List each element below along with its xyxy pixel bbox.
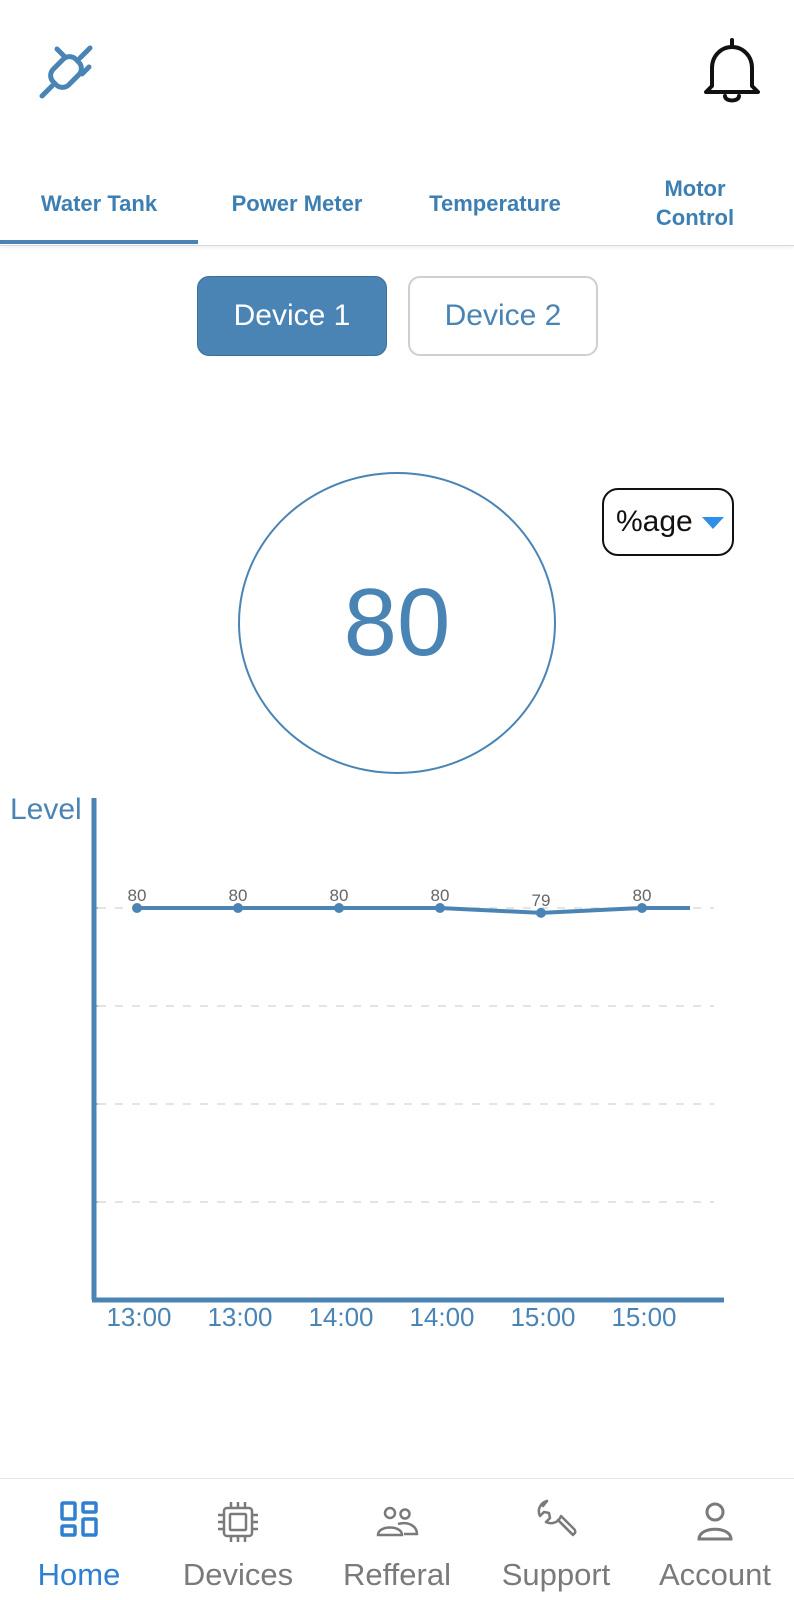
unit-select[interactable]: %age [602,488,734,556]
dropdown-arrow-icon [702,517,724,529]
level-chart: 80 80 80 80 79 80 13:00 13:00 14:00 14:00 15:00 15:… [91,798,724,1332]
chip-icon [218,1502,258,1542]
unit-select-value: %age [616,505,693,538]
nav-referral[interactable]: Refferal [318,1479,476,1600]
plug-icon [39,45,93,99]
chart-x-tick-label: 13:00 [207,1302,272,1332]
category-tabs: Water Tank Power Meter Temperature Motor… [0,160,794,246]
chart-data-label: 80 [128,886,147,905]
wrench-icon [537,1499,577,1537]
chart-data-label: 80 [229,886,248,905]
chart-data-label: 80 [431,886,450,905]
nav-referral-label: Refferal [343,1557,451,1592]
app-screen: Water Tank Power Meter Temperature Motor… [0,0,794,1600]
nav-account-label: Account [658,1557,771,1592]
nav-support-label: Support [501,1557,611,1592]
nav-support[interactable]: Support [477,1479,635,1600]
nav-devices[interactable]: Devices [159,1479,317,1600]
gauge-value: 80 [343,569,451,676]
tab-water-tank[interactable]: Water Tank [0,160,198,246]
bottom-navigation: Home Devices Refferal Support Account [0,1478,794,1600]
people-icon [376,1506,419,1537]
chart-x-tick-label: 14:00 [409,1302,474,1332]
device-1-button[interactable]: Device 1 [197,276,387,356]
device-2-button[interactable]: Device 2 [408,276,598,356]
tab-power-meter[interactable]: Power Meter [198,160,396,246]
user-icon [697,1502,733,1541]
nav-home[interactable]: Home [0,1479,158,1600]
chart-data-label: 79 [532,891,551,910]
chart-x-tick-label: 15:00 [611,1302,676,1332]
nav-account[interactable]: Account [636,1479,794,1600]
level-gauge: 80 [238,472,556,774]
chart-x-tick-label: 14:00 [308,1302,373,1332]
chart-x-tick-label: 15:00 [510,1302,575,1332]
app-header [0,0,794,150]
chart-data-label: 80 [633,886,652,905]
chart-x-tick-label: 13:00 [106,1302,171,1332]
active-tab-indicator [0,240,198,244]
chart-series-line [137,906,690,915]
tab-motor-control-label: Motor Control [655,176,735,230]
tab-motor-control[interactable]: Motor Control [596,160,794,246]
bell-icon[interactable] [696,36,768,108]
nav-devices-label: Devices [182,1557,294,1592]
tab-temperature[interactable]: Temperature [396,160,594,246]
dashboard-icon [60,1501,98,1537]
chart-data-label: 80 [330,886,349,905]
nav-home-label: Home [37,1557,121,1592]
